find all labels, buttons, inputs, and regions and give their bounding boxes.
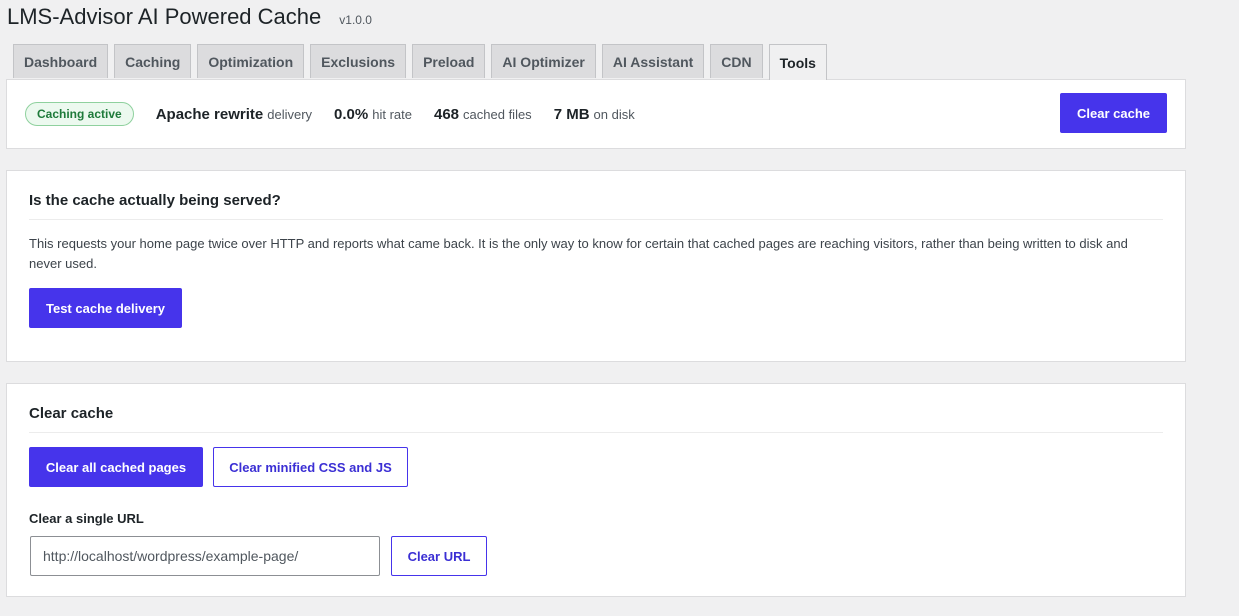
tab-ai-optimizer[interactable]: AI Optimizer <box>491 44 596 78</box>
page-header: LMS-Advisor AI Powered Cache v1.0.0 <box>7 4 372 30</box>
cached-files-value: 468 <box>434 105 460 123</box>
disk-label: on disk <box>593 106 635 122</box>
tab-cdn[interactable]: CDN <box>710 44 763 78</box>
version-label: v1.0.0 <box>339 13 372 27</box>
tab-tools[interactable]: Tools <box>768 44 827 80</box>
disk-stat: 7 MB on disk <box>554 106 635 123</box>
clear-all-cached-pages-button[interactable]: Clear all cached pages <box>29 447 203 487</box>
page-title: LMS-Advisor AI Powered Cache <box>7 4 322 29</box>
tab-ai-assistant[interactable]: AI Assistant <box>601 44 705 78</box>
delivery-test-card: Is the cache actually being served? This… <box>6 170 1186 362</box>
cached-files-stat: 468 cached files <box>434 106 532 123</box>
single-url-label: Clear a single URL <box>29 511 144 526</box>
clear-url-button[interactable]: Clear URL <box>391 536 487 576</box>
tab-bar: Dashboard Caching Optimization Exclusion… <box>13 44 827 80</box>
tab-caching[interactable]: Caching <box>114 44 192 78</box>
delivery-label: delivery <box>267 106 313 122</box>
cache-status-bar: Caching active Apache rewrite delivery 0… <box>6 79 1186 149</box>
single-url-input[interactable] <box>30 536 380 576</box>
hit-rate-value: 0.0% <box>334 105 369 123</box>
clear-cache-heading: Clear cache <box>29 384 1163 433</box>
clear-cache-card: Clear cache Clear all cached pages Clear… <box>6 383 1186 597</box>
tab-preload[interactable]: Preload <box>412 44 486 78</box>
cached-files-label: cached files <box>463 106 532 122</box>
clear-cache-button[interactable]: Clear cache <box>1060 93 1167 133</box>
delivery-test-description: This requests your home page twice over … <box>29 236 1128 271</box>
test-cache-delivery-button[interactable]: Test cache delivery <box>29 288 182 328</box>
delivery-test-heading: Is the cache actually being served? <box>29 171 1163 220</box>
hit-rate-stat: 0.0% hit rate <box>334 106 412 123</box>
delivery-value: Apache rewrite <box>155 105 264 123</box>
clear-minified-button[interactable]: Clear minified CSS and JS <box>213 447 408 487</box>
disk-value: 7 MB <box>553 105 590 123</box>
tab-exclusions[interactable]: Exclusions <box>310 44 407 78</box>
tab-optimization[interactable]: Optimization <box>197 44 305 78</box>
tab-dashboard[interactable]: Dashboard <box>13 44 109 78</box>
status-badge: Caching active <box>25 102 134 126</box>
hit-rate-label: hit rate <box>372 106 412 122</box>
delivery-stat: Apache rewrite delivery <box>156 106 312 123</box>
